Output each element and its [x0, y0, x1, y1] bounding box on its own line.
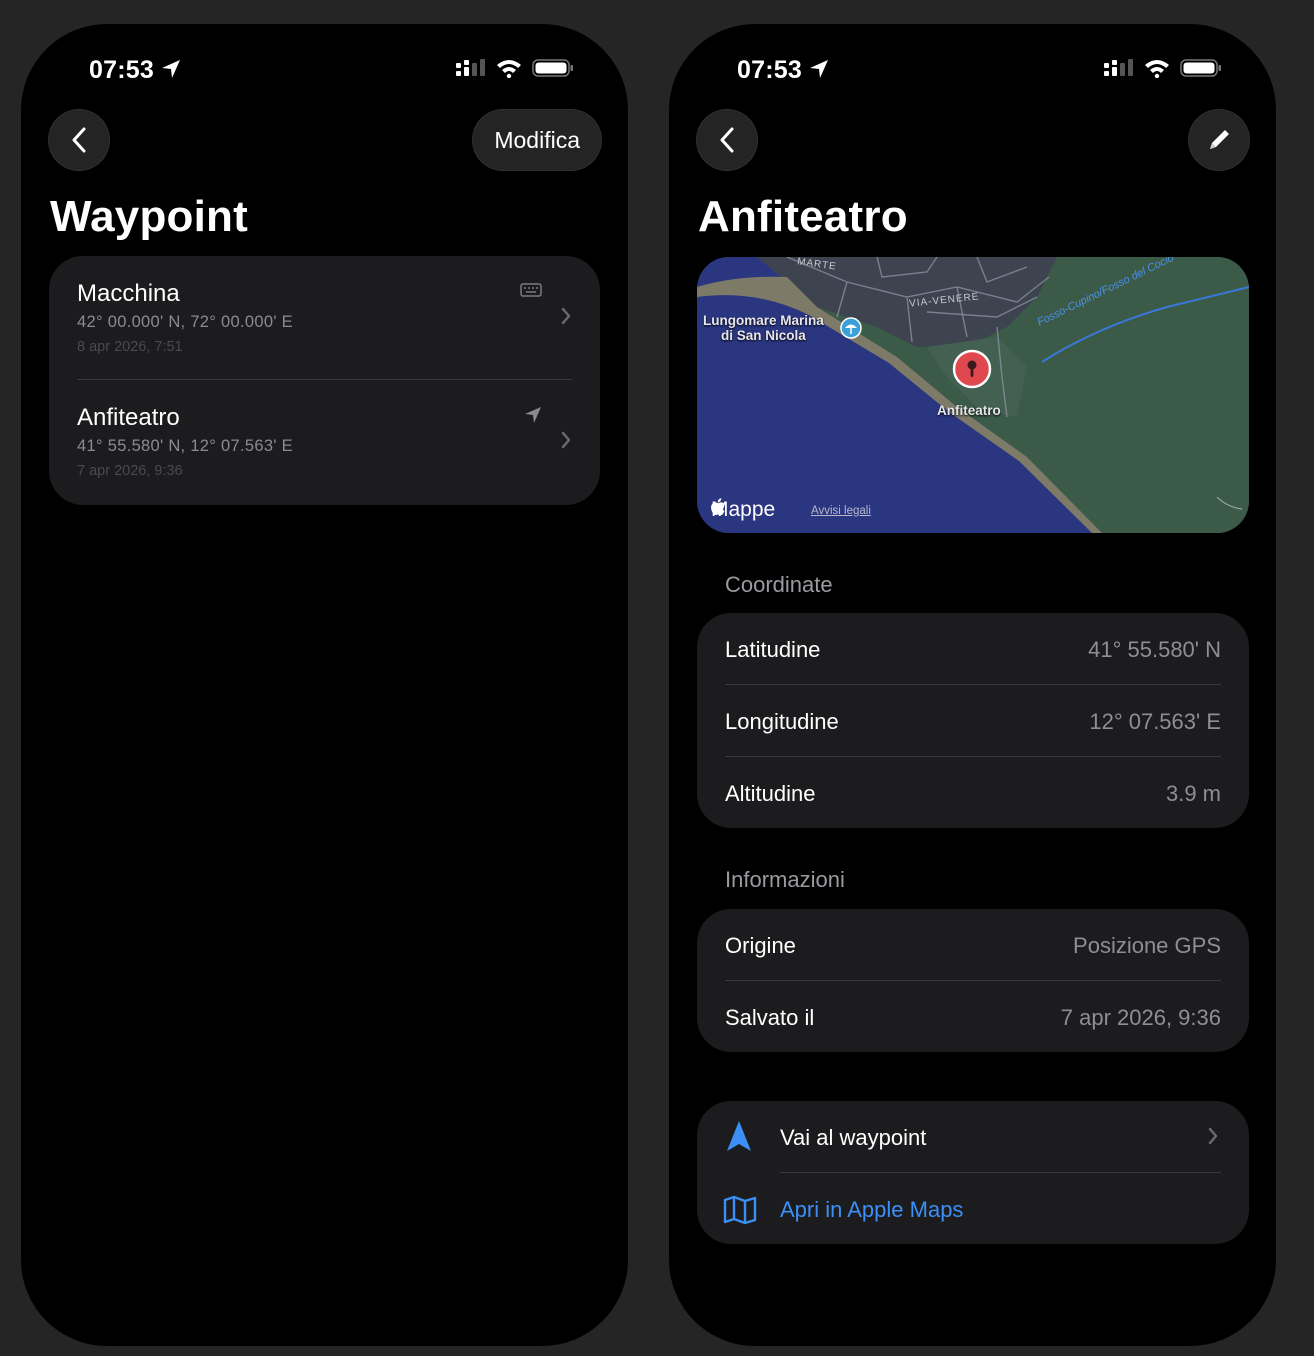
altitude-value: 3.9 m [1165, 781, 1221, 806]
waypoint-name: Macchina [77, 280, 180, 307]
waypoint-date: 8 apr 2026, 7:51 [77, 339, 183, 355]
origin-row: Origine Posizione GPS [697, 909, 1249, 981]
origin-value: Posizione GPS [1073, 933, 1221, 958]
wifi-icon [1145, 60, 1169, 78]
map-icon [723, 1195, 757, 1225]
legal-notices-link[interactable]: Avvisi legali [811, 505, 871, 517]
battery-icon [1180, 59, 1221, 77]
cellular-signal-icon [1104, 59, 1133, 76]
map-pin-icon [952, 349, 992, 389]
open-in-apple-maps-label: Apri in Apple Maps [780, 1197, 964, 1222]
cellular-signal-icon [456, 59, 485, 76]
latitude-value: 41° 55.580' N [1088, 637, 1221, 662]
map-label-place: Lungomare Marina di San Nicola [703, 313, 824, 343]
info-header: Informazioni [725, 867, 845, 892]
open-in-apple-maps-button[interactable]: Apri in Apple Maps [697, 1173, 1249, 1245]
waypoint-date: 7 apr 2026, 9:36 [77, 463, 183, 479]
waypoint-name: Anfiteatro [77, 404, 180, 431]
status-time: 07:53 [89, 56, 154, 84]
saved-row: Salvato il 7 apr 2026, 9:36 [697, 981, 1249, 1053]
origin-label: Origine [725, 933, 796, 958]
longitude-value: 12° 07.563' E [1089, 709, 1221, 734]
edit-button[interactable]: Modifica [472, 109, 602, 171]
go-to-waypoint-button[interactable]: Vai al waypoint [697, 1101, 1249, 1173]
list-item-macchina[interactable]: Macchina 42° 00.000' N, 72° 00.000' E 8 … [49, 256, 600, 380]
map-preview[interactable]: Lungomare Marina di San Nicola VIA-VENER… [697, 257, 1249, 533]
chevron-left-icon [72, 127, 86, 153]
waypoint-list-screen: 07:53 Modifica Waypoint Macchina 42° 00.… [21, 24, 628, 1346]
chevron-right-icon [561, 307, 571, 325]
status-bar: 07:53 [669, 24, 1276, 114]
map-label-pin: Anfiteatro [937, 403, 1001, 418]
apple-logo-icon [711, 498, 725, 515]
chevron-left-icon [720, 127, 734, 153]
waypoint-coords: 42° 00.000' N, 72° 00.000' E [77, 313, 293, 331]
page-title: Anfiteatro [698, 192, 908, 241]
altitude-row: Altitudine 3.9 m [697, 757, 1249, 829]
coordinates-header: Coordinate [725, 572, 833, 597]
saved-value: 7 apr 2026, 9:36 [1060, 1005, 1221, 1030]
edit-button[interactable] [1188, 109, 1250, 171]
status-time: 07:53 [737, 56, 802, 84]
longitude-label: Longitudine [725, 709, 839, 734]
go-to-waypoint-label: Vai al waypoint [780, 1125, 927, 1150]
location-services-icon [162, 60, 180, 78]
info-group: Origine Posizione GPS Salvato il 7 apr 2… [697, 909, 1249, 1052]
waypoint-coords: 41° 55.580' N, 12° 07.563' E [77, 437, 293, 455]
location-arrow-icon [525, 407, 541, 423]
battery-icon [532, 59, 573, 77]
status-bar: 07:53 [21, 24, 628, 114]
list-item-anfiteatro[interactable]: Anfiteatro 41° 55.580' N, 12° 07.563' E … [49, 380, 600, 504]
saved-label: Salvato il [725, 1005, 815, 1030]
back-button[interactable] [48, 109, 110, 171]
waypoint-list: Macchina 42° 00.000' N, 72° 00.000' E 8 … [49, 256, 600, 505]
coordinates-group: Latitudine 41° 55.580' N Longitudine 12°… [697, 613, 1249, 828]
latitude-label: Latitudine [725, 637, 821, 662]
latitude-row: Latitudine 41° 55.580' N [697, 613, 1249, 685]
actions-group: Vai al waypoint Apri in Apple Maps [697, 1101, 1249, 1244]
navigation-arrow-icon [727, 1121, 751, 1151]
chevron-right-icon [561, 431, 571, 449]
beach-icon [840, 317, 862, 339]
chevron-right-icon [1208, 1127, 1218, 1145]
location-services-icon [810, 60, 828, 78]
longitude-row: Longitudine 12° 07.563' E [697, 685, 1249, 757]
keyboard-icon [520, 283, 542, 297]
altitude-label: Altitudine [725, 781, 816, 806]
wifi-icon [497, 60, 521, 78]
map-brand: Mappe [711, 498, 775, 522]
back-button[interactable] [696, 109, 758, 171]
waypoint-detail-screen: 07:53 Anfiteatro Lungomare Marina di San… [669, 24, 1276, 1346]
page-title: Waypoint [50, 192, 248, 241]
pencil-icon [1210, 130, 1229, 149]
